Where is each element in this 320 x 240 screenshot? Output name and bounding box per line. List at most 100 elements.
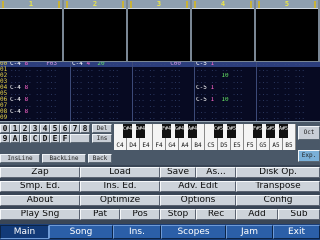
tracker-screen: 12345 00 C-4 8 .. F03 C-4 4 20 ...... .. .… — [0, 0, 320, 240]
piano-key-label: F5 — [246, 142, 254, 149]
piano-key-label: G4 — [168, 142, 176, 149]
optimize-button[interactable]: Optimize — [80, 195, 160, 206]
tab-exit[interactable]: Exit — [273, 225, 320, 239]
side-buttons: Oct Exp. — [298, 124, 320, 164]
scope-header: 1 — [0, 0, 62, 9]
piano-key-label: C5 — [207, 142, 215, 149]
hex-key-6[interactable]: 6 — [60, 124, 70, 133]
piano-key-label: C4 — [116, 142, 124, 149]
tab-scopes[interactable]: Scopes — [161, 225, 226, 239]
sub-button[interactable]: Sub — [278, 209, 320, 220]
piano-key-label: A5 — [272, 142, 280, 149]
add-button[interactable]: Add — [236, 209, 278, 220]
piano-key-csharp5[interactable]: C#5 — [214, 124, 223, 138]
piano-key-label: A#5 — [279, 126, 289, 132]
hex-key-blank — [70, 134, 90, 143]
backline-button[interactable]: BackLine — [42, 154, 86, 163]
scope-header: 4 — [192, 0, 254, 9]
scope-channel-2[interactable]: 2 — [64, 0, 128, 62]
scope-channel-4[interactable]: 4 — [192, 0, 256, 62]
tab-song[interactable]: Song — [49, 225, 113, 239]
piano-key-label: D#5 — [227, 126, 237, 132]
channel-separator — [70, 62, 71, 121]
piano-key-label: F#5 — [253, 126, 263, 132]
scope-channel-number: 1 — [28, 0, 34, 8]
hex-key-8[interactable]: 8 — [80, 124, 90, 133]
pos-button[interactable]: Pos — [120, 209, 160, 220]
piano-keyboard[interactable]: C4 D4 E4 F4 G4 A4 B4 C5 D5 E5 F5 G5 A5 B5 C#4 D#4 F#4 G#4… — [114, 124, 296, 150]
scope-marker — [66, 1, 68, 8]
scope-marker — [130, 1, 132, 8]
scope-channel-number: 2 — [92, 0, 98, 8]
instrument-keyboard-strip: Del Ins InsLine BackLine Back C4 D4 E4 F4 G4… — [0, 121, 320, 165]
piano-key-label: F#4 — [162, 126, 172, 132]
scope-marker — [194, 1, 196, 8]
main-button-grid: Zap Load Save As... Disk Op. Smp. Ed. Ins. Ed.… — [0, 165, 320, 224]
pat-button[interactable]: Pat — [80, 209, 120, 220]
rec-button[interactable]: Rec — [196, 209, 236, 220]
piano-key-fsharp5[interactable]: F#5 — [253, 124, 262, 138]
disk-op-button[interactable]: Disk Op. — [236, 167, 320, 178]
smp-ed-button[interactable]: Smp. Ed. — [0, 181, 80, 192]
hex-key-5[interactable]: 5 — [50, 124, 60, 133]
piano-key-gsharp4[interactable]: G#4 — [175, 124, 184, 138]
piano-key-fsharp4[interactable]: F#4 — [162, 124, 171, 138]
piano-key-label: E4 — [142, 142, 150, 149]
piano-key-label: C#5 — [214, 126, 224, 132]
insline-button[interactable]: InsLine — [0, 154, 40, 163]
hex-key-C[interactable]: C — [30, 134, 40, 143]
piano-key-csharp4[interactable]: C#4 — [123, 124, 132, 138]
zap-button[interactable]: Zap — [0, 167, 80, 178]
pattern-editor[interactable]: 00 C-4 8 .. F03 C-4 4 20 ...... .. .. C00 C… — [0, 62, 320, 121]
piano-key-label: B5 — [285, 142, 293, 149]
save-button[interactable]: Save — [160, 167, 196, 178]
ins-button[interactable]: Ins — [92, 134, 112, 143]
expand-button[interactable]: Exp. — [298, 150, 320, 162]
scope-marker — [314, 1, 316, 8]
scope-channel-5[interactable]: 5 — [256, 0, 320, 62]
tab-ins[interactable]: Ins. — [113, 225, 161, 239]
hex-key-9[interactable]: 9 — [0, 134, 10, 143]
octave-button[interactable]: Oct — [298, 126, 320, 140]
tab-main[interactable]: Main — [0, 225, 49, 239]
hex-key-4[interactable]: 4 — [40, 124, 50, 133]
piano-key-label: G#4 — [175, 126, 185, 132]
adv-edit-button[interactable]: Adv. Edit — [160, 181, 236, 192]
ins-ed-button[interactable]: Ins. Ed. — [80, 181, 160, 192]
hex-key-F[interactable]: F — [60, 134, 70, 143]
piano-key-asharp5[interactable]: A#5 — [279, 124, 288, 138]
hex-key-E[interactable]: E — [50, 134, 60, 143]
piano-key-dsharp5[interactable]: D#5 — [227, 124, 236, 138]
options-button[interactable]: Options — [160, 195, 236, 206]
play-sng-button[interactable]: Play Sng — [0, 209, 80, 220]
piano-key-dsharp4[interactable]: D#4 — [136, 124, 145, 138]
hex-key-0[interactable]: 0 — [0, 124, 10, 133]
piano-key-gsharp5[interactable]: G#5 — [266, 124, 275, 138]
hex-key-1[interactable]: 1 — [10, 124, 20, 133]
scope-channel-number: 5 — [284, 0, 290, 8]
hex-key-A[interactable]: A — [10, 134, 20, 143]
scope-marker — [258, 1, 260, 8]
scope-channel-3[interactable]: 3 — [128, 0, 192, 62]
hex-key-2[interactable]: 2 — [20, 124, 30, 133]
tab-jam[interactable]: Jam — [226, 225, 273, 239]
hex-key-7[interactable]: 7 — [70, 124, 80, 133]
stop-button[interactable]: Stop — [160, 209, 196, 220]
scope-channel-1[interactable]: 1 — [0, 0, 64, 62]
transpose-button[interactable]: Transpose — [236, 181, 320, 192]
hex-key-3[interactable]: 3 — [30, 124, 40, 133]
hex-key-B[interactable]: B — [20, 134, 30, 143]
back-button[interactable]: Back — [88, 154, 112, 163]
hex-key-D[interactable]: D — [40, 134, 50, 143]
scope-marker — [122, 1, 124, 8]
as-button[interactable]: As... — [196, 167, 236, 178]
scope-channel-number: 3 — [156, 0, 162, 8]
about-button[interactable]: About — [0, 195, 80, 206]
scope-marker — [186, 1, 188, 8]
piano-key-label: F4 — [155, 142, 163, 149]
config-button[interactable]: Config — [236, 195, 320, 206]
piano-key-label: G#5 — [266, 126, 276, 132]
load-button[interactable]: Load — [80, 167, 160, 178]
piano-key-asharp4[interactable]: A#4 — [188, 124, 197, 138]
del-button[interactable]: Del — [92, 124, 112, 133]
